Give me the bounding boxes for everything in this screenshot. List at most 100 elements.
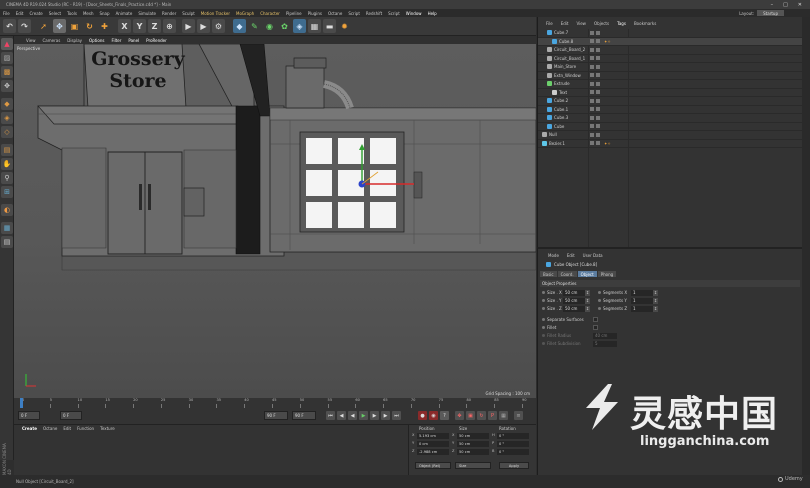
visibility-flags[interactable] [590,81,600,86]
size-mode-select[interactable]: Size [455,462,491,469]
edges-mode-icon[interactable]: ◈ [1,112,13,124]
radio-icon[interactable] [542,326,545,329]
render-view-icon[interactable]: ▶ [182,19,195,33]
menu-item[interactable]: Snap [99,11,109,16]
visibility-flags[interactable] [590,64,600,69]
position-field[interactable]: 5.193 cm [417,433,449,439]
fillet-subdivision-field[interactable]: 5 [593,340,617,347]
step-forward-icon[interactable]: ▶ [370,411,379,420]
menu-item[interactable]: Motion Tracker [201,11,230,16]
menu-item[interactable]: Simulate [138,11,156,16]
attribute-tab[interactable]: Object [577,271,597,277]
attribute-menu-item[interactable]: Mode [548,253,559,258]
material-menu-item[interactable]: Octane [43,426,57,431]
redo-icon[interactable]: ↷ [18,19,31,33]
visibility-flags[interactable] [590,132,600,137]
radio-icon[interactable] [598,291,601,294]
object-row[interactable]: Cube.8 ✦✧ [538,37,803,46]
autokey-icon[interactable]: ◉ [429,411,438,420]
object-row[interactable]: Cube.7 [538,29,803,38]
visibility-dot-icon[interactable] [596,90,600,95]
menu-item[interactable]: Animate [116,11,133,16]
visibility-dot-icon[interactable] [596,73,600,78]
visibility-dot-icon[interactable] [590,98,594,103]
scale-key-icon[interactable]: ▣ [466,411,475,420]
visibility-flags[interactable] [590,56,600,61]
object-row[interactable]: Extn_Window [538,72,803,80]
attribute-manager-scrollbar[interactable] [802,247,810,475]
material-menu-item[interactable]: Function [77,426,94,431]
move-gizmo[interactable] [324,144,414,224]
snap-icon[interactable]: ⚲ [1,172,13,184]
timeline-ruler[interactable]: 0 5 10 15 20 25 30 35 40 45 50 55 60 65 70 75 80 85 90 [14,398,536,408]
visibility-flags[interactable] [590,141,600,146]
viewport-menu-item[interactable]: Filter [111,38,121,43]
workplane-icon[interactable]: ✥ [1,80,13,92]
size-field[interactable]: 50 cm [457,449,489,455]
visibility-dot-icon[interactable] [596,39,600,44]
visibility-flags[interactable] [590,30,600,35]
visibility-dot-icon[interactable] [590,90,594,95]
stack-icon[interactable]: ▤ [1,236,13,248]
polygons-mode-icon[interactable]: ◇ [1,126,13,138]
menu-item[interactable]: Help [428,11,437,16]
array-icon[interactable]: ✿ [278,19,291,33]
z-axis-lock-icon[interactable]: Z [148,19,161,33]
render-picture-viewer-icon[interactable]: ▶ [197,19,210,33]
timeline-window-icon[interactable]: ≡ [514,411,523,420]
menu-item[interactable]: Pipeline [286,11,302,16]
stepper-icon[interactable]: ↕ [653,305,658,312]
visibility-flags[interactable] [590,98,600,103]
visibility-dot-icon[interactable] [596,115,600,120]
visibility-dot-icon[interactable] [596,132,600,137]
object-row[interactable]: Main_Store [538,63,803,72]
object-manager-menu-item[interactable]: Bookmarks [634,21,656,26]
coordinate-mode-select[interactable]: Object (Rel) [415,462,451,469]
end-frame-field[interactable]: 90 F [264,411,288,420]
separate-surfaces-checkbox[interactable] [593,317,598,322]
stepper-icon[interactable]: ↕ [653,297,658,304]
scale-tool-icon[interactable]: ▣ [68,19,81,33]
y-axis-lock-icon[interactable]: Y [133,19,146,33]
maximize-button[interactable]: □ [783,2,788,8]
visibility-dot-icon[interactable] [596,30,600,35]
visibility-flags[interactable] [590,107,600,112]
radio-icon[interactable] [542,334,545,337]
radio-icon[interactable] [542,291,545,294]
visibility-dot-icon[interactable] [590,81,594,86]
stepper-icon[interactable]: ↕ [585,297,590,304]
object-row[interactable]: Cube.3 [538,114,803,123]
radio-icon[interactable] [598,307,601,310]
points-mode-icon[interactable]: ◆ [1,98,13,110]
menu-item[interactable]: Script [388,11,400,16]
object-manager-scrollbar[interactable] [802,17,810,247]
radio-icon[interactable] [542,342,545,345]
viewport-menu-item[interactable]: Display [67,38,82,43]
next-key-icon[interactable]: ▶ [381,411,390,420]
make-editable-icon[interactable]: ▲ [1,38,13,50]
texture-mode-icon[interactable]: ▩ [1,66,13,78]
size-field[interactable]: 50 cm [457,433,489,439]
solo-icon[interactable]: ◐ [1,204,13,216]
visibility-dot-icon[interactable] [596,98,600,103]
viewport-menu-item[interactable]: Cameras [43,38,61,43]
visibility-flags[interactable] [590,90,600,95]
visibility-dot-icon[interactable] [590,47,594,52]
object-manager-menu-item[interactable]: File [546,21,553,26]
menu-item[interactable]: Redshift [366,11,382,16]
menu-item[interactable]: Sculpt [182,11,195,16]
deformer-icon[interactable]: ◈ [293,19,306,33]
stepper-icon[interactable]: ↕ [585,289,590,296]
minimize-button[interactable]: – [771,2,774,8]
viewport-menu-item[interactable]: View [26,38,36,43]
object-row[interactable]: Cube [538,123,803,131]
radio-icon[interactable] [542,318,545,321]
visibility-dot-icon[interactable] [590,30,594,35]
live-selection-icon[interactable]: ➚ [37,19,50,33]
attribute-tab[interactable]: Coord. [557,271,577,277]
visibility-flags[interactable] [590,115,600,120]
attribute-menu-item[interactable]: User Data [583,253,603,258]
menu-item[interactable]: Edit [16,11,24,16]
size-field[interactable]: 50 cm [563,297,585,304]
size-field[interactable]: 50 cm [457,441,489,447]
